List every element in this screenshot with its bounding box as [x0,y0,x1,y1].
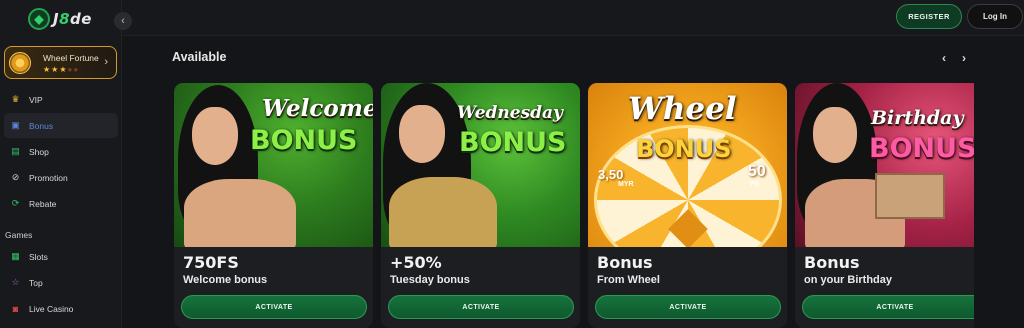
card-art-title: Birthday [871,107,964,129]
bonus-card-subtitle: From Wheel [597,274,660,286]
carousel-next-button[interactable]: › [958,51,970,65]
chevron-right-icon: › [962,51,966,65]
bonus-card-image: Wednesday BONUS [381,83,580,251]
card-art-bonus: BONUS [869,133,974,164]
bonus-card-image: Birthday BONUS [795,83,974,251]
bonus-card-birthday[interactable]: Birthday BONUS Bonus on your Birthday AC… [795,83,974,328]
bonus-card-value: +50% [390,253,442,272]
section-title: Available [172,50,227,64]
activate-button[interactable]: ACTIVATE [595,295,781,319]
star-icon: ☆ [11,277,20,287]
chevron-left-icon: ‹ [942,51,946,65]
sidebar-nav: ♛ VIP ▣ Bonus ▤ Shop ⊘ Promotion ⟳ Rebat… [4,87,118,217]
sidebar-item-vip[interactable]: ♛ VIP [4,87,118,112]
sidebar-item-bonus[interactable]: ▣ Bonus [4,113,118,138]
gift-icon: ▣ [11,120,20,130]
sidebar-item-label: Top [29,277,43,288]
bonus-card-value: Bonus [804,253,860,272]
sidebar-item-live-casino[interactable]: ◙ Live Casino [4,296,118,321]
wheel-icon [9,52,31,74]
sidebar-item-label: Promotion [29,172,68,183]
sidebar-item-label: VIP [29,94,43,105]
chevron-right-icon: › [104,56,108,68]
card-art-title: Wheel [628,91,737,127]
character-face [192,107,238,165]
bonus-card-wheel[interactable]: Wheel BONUS 3,50 MYR 50 FS Bonus From Wh… [588,83,787,328]
sidebar: ◆ J8de Wheel Fortune ★★★●● › ♛ VIP ▣ Bon… [0,0,122,328]
wheel-left-unit: MYR [618,181,634,188]
chevron-left-icon: ‹ [121,15,125,27]
card-art-bonus: BONUS [250,125,358,156]
bonus-card-value: Bonus [597,253,653,272]
games-nav: ▦ Slots ☆ Top ◙ Live Casino [4,244,118,322]
bonus-card-value: 750FS [183,253,239,272]
bonus-card-image: Wheel BONUS 3,50 MYR 50 FS [588,83,787,275]
wheel-left-value: 3,50 [598,167,624,182]
bonus-card-body: Bonus on your Birthday ACTIVATE [795,247,974,328]
card-art-title: Welcome [262,95,373,122]
tiger-logo-icon: ◆ [28,8,50,30]
sidebar-item-label: Bonus [29,120,54,131]
carousel-prev-button[interactable]: ‹ [938,51,950,65]
shop-icon: ▤ [11,146,20,156]
character-face [813,107,857,163]
bonus-card-image: Welcome BONUS [174,83,373,251]
rebate-icon: ⟳ [11,198,20,208]
character-face [399,105,445,163]
bonus-card-wednesday[interactable]: Wednesday BONUS +50% Tuesday bonus ACTIV… [381,83,580,328]
login-button[interactable]: Log In [967,4,1023,29]
sidebar-item-label: Shop [29,146,49,157]
star-empty-icon: ● [73,65,80,74]
live-casino-icon: ◙ [12,303,19,314]
collapse-sidebar-button[interactable]: ‹ [114,12,132,30]
sidebar-item-label: Live Casino [29,303,74,314]
card-art-title: Wednesday [457,103,563,123]
sidebar-item-rebate[interactable]: ⟳ Rebate [4,191,118,216]
sidebar-item-shop[interactable]: ▤ Shop [4,139,118,164]
sidebar-item-label: Slots [29,251,48,262]
sidebar-item-top[interactable]: ☆ Top [4,270,118,295]
games-section-label: Games [5,230,33,240]
logo[interactable]: ◆ J8de [28,8,92,30]
bonus-carousel: Welcome BONUS 750FS Welcome bonus ACTIVA… [174,83,974,328]
register-button[interactable]: REGISTER [896,4,962,29]
app-root: ◆ J8de Wheel Fortune ★★★●● › ♛ VIP ▣ Bon… [0,0,1024,328]
percent-icon: ⊘ [11,172,20,182]
bonus-card-subtitle: Tuesday bonus [390,274,470,286]
logo-text: J8de [53,10,92,28]
wheel-fortune-card[interactable]: Wheel Fortune ★★★●● › [4,46,117,79]
card-art-bonus: BONUS [636,135,732,163]
wheel-right-unit: FS [750,181,759,188]
sidebar-item-promotion[interactable]: ⊘ Promotion [4,165,118,190]
activate-button[interactable]: ACTIVATE [802,295,974,319]
sidebar-item-slots[interactable]: ▦ Slots [4,244,118,269]
bonus-card-welcome[interactable]: Welcome BONUS 750FS Welcome bonus ACTIVA… [174,83,373,328]
star-icon: ★ [59,65,68,74]
star-icon: ★ [43,65,52,74]
wheel-stars-rating: ★★★●● [43,65,79,74]
wheel-right-value: 50 [748,163,766,180]
sidebar-item-label: Rebate [29,198,57,209]
bonus-card-body: 750FS Welcome bonus ACTIVATE [174,247,373,328]
character-body [184,179,296,251]
bonus-card-body: Bonus From Wheel ACTIVATE [588,247,787,328]
bonus-card-subtitle: on your Birthday [804,274,893,286]
crown-icon: ♛ [11,94,20,104]
character-body [389,177,497,251]
bonus-card-body: +50% Tuesday bonus ACTIVATE [381,247,580,328]
gift-box-icon [875,173,945,219]
activate-button[interactable]: ACTIVATE [388,295,574,319]
card-art-bonus: BONUS [459,127,567,158]
bonus-card-subtitle: Welcome bonus [183,274,268,286]
wheel-fortune-title: Wheel Fortune [43,53,99,63]
activate-button[interactable]: ACTIVATE [181,295,367,319]
top-header: REGISTER Log In [122,0,1024,36]
slots-icon: ▦ [11,251,20,261]
